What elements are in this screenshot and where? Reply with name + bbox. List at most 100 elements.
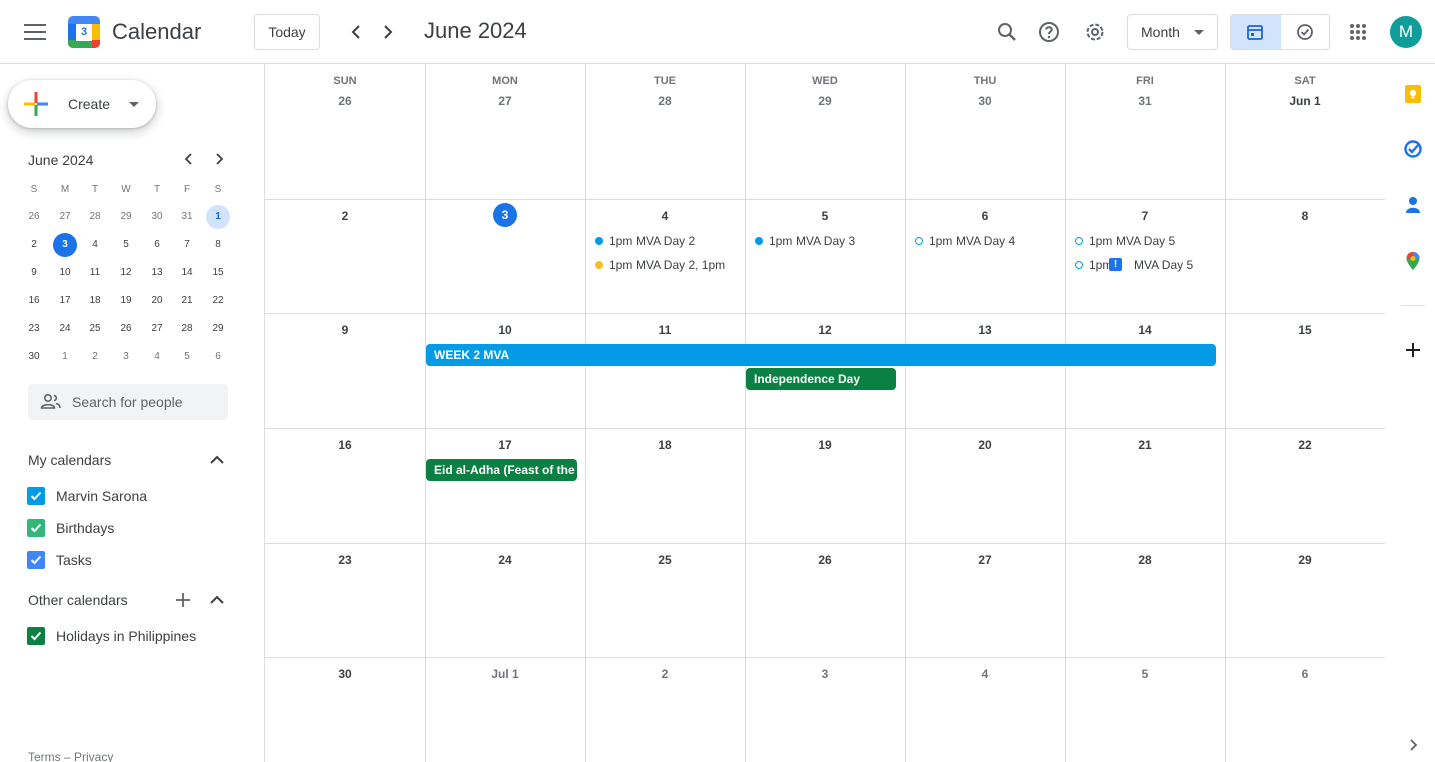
date-number[interactable]: 26 xyxy=(745,553,905,567)
date-number[interactable]: 26 xyxy=(265,94,425,108)
mini-calendar-day[interactable]: 28 xyxy=(83,205,107,229)
account-avatar[interactable]: M xyxy=(1390,16,1422,48)
help-icon[interactable] xyxy=(1037,20,1061,44)
mini-calendar-day[interactable]: 12 xyxy=(114,261,138,285)
date-number[interactable]: 20 xyxy=(905,438,1065,452)
date-number[interactable]: 29 xyxy=(745,94,905,108)
all-day-event-eid-al-adha[interactable]: Eid al-Adha (Feast of the xyxy=(426,459,577,481)
mini-calendar-day[interactable]: 26 xyxy=(114,317,138,341)
add-other-calendar-plus-icon[interactable] xyxy=(174,591,192,609)
today-date-cell[interactable]: 3 xyxy=(425,203,585,227)
mini-calendar-day[interactable]: 9 xyxy=(22,261,46,285)
mini-calendar-day[interactable]: 10 xyxy=(53,261,77,285)
date-number[interactable]: 19 xyxy=(745,438,905,452)
date-number[interactable]: 14 xyxy=(1065,323,1225,337)
contacts-icon[interactable] xyxy=(1403,195,1423,215)
chevron-right-icon[interactable] xyxy=(376,20,400,44)
date-number[interactable]: 2 xyxy=(585,667,745,681)
mini-calendar-day[interactable]: 18 xyxy=(83,289,107,313)
event-chip[interactable]: 1pm MVA Day 5 xyxy=(1066,231,1224,251)
date-number[interactable]: 4 xyxy=(905,667,1065,681)
date-number[interactable]: 22 xyxy=(1225,438,1385,452)
event-chip[interactable]: 1pm MVA Day 3 xyxy=(746,231,904,251)
terms-privacy-links[interactable]: Terms – Privacy xyxy=(28,750,113,762)
date-number[interactable]: Jul 1 xyxy=(425,667,585,681)
chevron-up-icon[interactable] xyxy=(208,451,226,469)
mini-calendar-day[interactable]: 2 xyxy=(22,233,46,257)
mini-calendar-day[interactable]: 23 xyxy=(22,317,46,341)
date-number[interactable]: 25 xyxy=(585,553,745,567)
date-number[interactable]: Jun 1 xyxy=(1225,94,1385,108)
mini-calendar-day[interactable]: 15 xyxy=(206,261,230,285)
mini-calendar-day[interactable]: 27 xyxy=(53,205,77,229)
mini-calendar-day[interactable]: 16 xyxy=(22,289,46,313)
date-number[interactable]: 7 xyxy=(1065,209,1225,223)
mini-calendar-day[interactable]: 4 xyxy=(83,233,107,257)
date-number[interactable]: 16 xyxy=(265,438,425,452)
mini-calendar-day[interactable]: 11 xyxy=(83,261,107,285)
mini-calendar-day[interactable]: 5 xyxy=(175,345,199,369)
checkbox-checked[interactable] xyxy=(27,551,45,569)
tasks-view-toggle[interactable] xyxy=(1281,15,1329,49)
mini-calendar-day[interactable]: 24 xyxy=(53,317,77,341)
date-number[interactable]: 30 xyxy=(265,667,425,681)
date-number[interactable]: 3 xyxy=(745,667,905,681)
date-number[interactable]: 24 xyxy=(425,553,585,567)
date-number[interactable]: 27 xyxy=(905,553,1065,567)
mini-calendar-day[interactable]: 19 xyxy=(114,289,138,313)
view-selector[interactable]: Month xyxy=(1127,14,1218,50)
date-number[interactable]: 23 xyxy=(265,553,425,567)
date-number[interactable]: 5 xyxy=(745,209,905,223)
mini-calendar-day[interactable]: 25 xyxy=(83,317,107,341)
mini-calendar-day[interactable]: 30 xyxy=(22,345,46,369)
mini-calendar-day[interactable]: 28 xyxy=(175,317,199,341)
date-number[interactable]: 8 xyxy=(1225,209,1385,223)
event-chip[interactable]: 1pm ! MVA Day 5 xyxy=(1066,255,1224,275)
menu-icon[interactable] xyxy=(24,24,46,40)
today-button[interactable]: Today xyxy=(254,14,320,50)
all-day-event-independence-day[interactable]: Independence Day xyxy=(746,368,896,390)
date-number[interactable]: 5 xyxy=(1065,667,1225,681)
date-number[interactable]: 6 xyxy=(1225,667,1385,681)
mini-calendar-day[interactable]: 31 xyxy=(175,205,199,229)
date-number[interactable]: 13 xyxy=(905,323,1065,337)
tasks-icon[interactable] xyxy=(1403,139,1423,159)
mini-calendar-day[interactable]: 26 xyxy=(22,205,46,229)
date-number[interactable]: 29 xyxy=(1225,553,1385,567)
mini-calendar-day[interactable]: 6 xyxy=(206,345,230,369)
chevron-left-icon[interactable] xyxy=(344,20,368,44)
keep-icon[interactable] xyxy=(1403,84,1423,104)
mini-calendar-day[interactable]: 29 xyxy=(206,317,230,341)
mini-calendar-day[interactable]: 3 xyxy=(53,233,77,257)
date-number[interactable]: 4 xyxy=(585,209,745,223)
mini-calendar-day[interactable]: 5 xyxy=(114,233,138,257)
event-chip[interactable]: 1pm MVA Day 2 xyxy=(586,231,744,251)
mini-calendar-day[interactable]: 27 xyxy=(145,317,169,341)
mini-calendar-day[interactable]: 3 xyxy=(114,345,138,369)
all-day-event-week-2-mva[interactable]: WEEK 2 MVA xyxy=(426,344,1216,366)
mini-next-month-chevron-icon[interactable] xyxy=(211,151,227,167)
date-number[interactable]: 18 xyxy=(585,438,745,452)
checkbox-checked[interactable] xyxy=(27,519,45,537)
checkbox-checked[interactable] xyxy=(27,487,45,505)
mini-calendar-day[interactable]: 4 xyxy=(145,345,169,369)
date-number[interactable]: 27 xyxy=(425,94,585,108)
mini-calendar-day[interactable]: 8 xyxy=(206,233,230,257)
apps-icon[interactable] xyxy=(1346,20,1370,44)
date-number[interactable]: 28 xyxy=(585,94,745,108)
checkbox-checked[interactable] xyxy=(27,627,45,645)
mini-calendar-day[interactable]: 6 xyxy=(145,233,169,257)
mini-calendar-day[interactable]: 21 xyxy=(175,289,199,313)
chevron-up-icon[interactable] xyxy=(208,591,226,609)
add-icon[interactable] xyxy=(1403,340,1423,360)
date-number[interactable]: 10 xyxy=(425,323,585,337)
mini-calendar-day[interactable]: 17 xyxy=(53,289,77,313)
event-chip[interactable]: 1pm MVA Day 4 xyxy=(906,231,1064,251)
expand-panel-icon[interactable] xyxy=(1403,735,1423,755)
create-button[interactable]: Create xyxy=(8,80,156,128)
event-chip[interactable]: 1pm MVA Day 2, 1pm xyxy=(586,255,744,275)
date-number[interactable]: 21 xyxy=(1065,438,1225,452)
date-number[interactable]: 9 xyxy=(265,323,425,337)
date-number[interactable]: 12 xyxy=(745,323,905,337)
maps-icon[interactable] xyxy=(1403,251,1423,271)
